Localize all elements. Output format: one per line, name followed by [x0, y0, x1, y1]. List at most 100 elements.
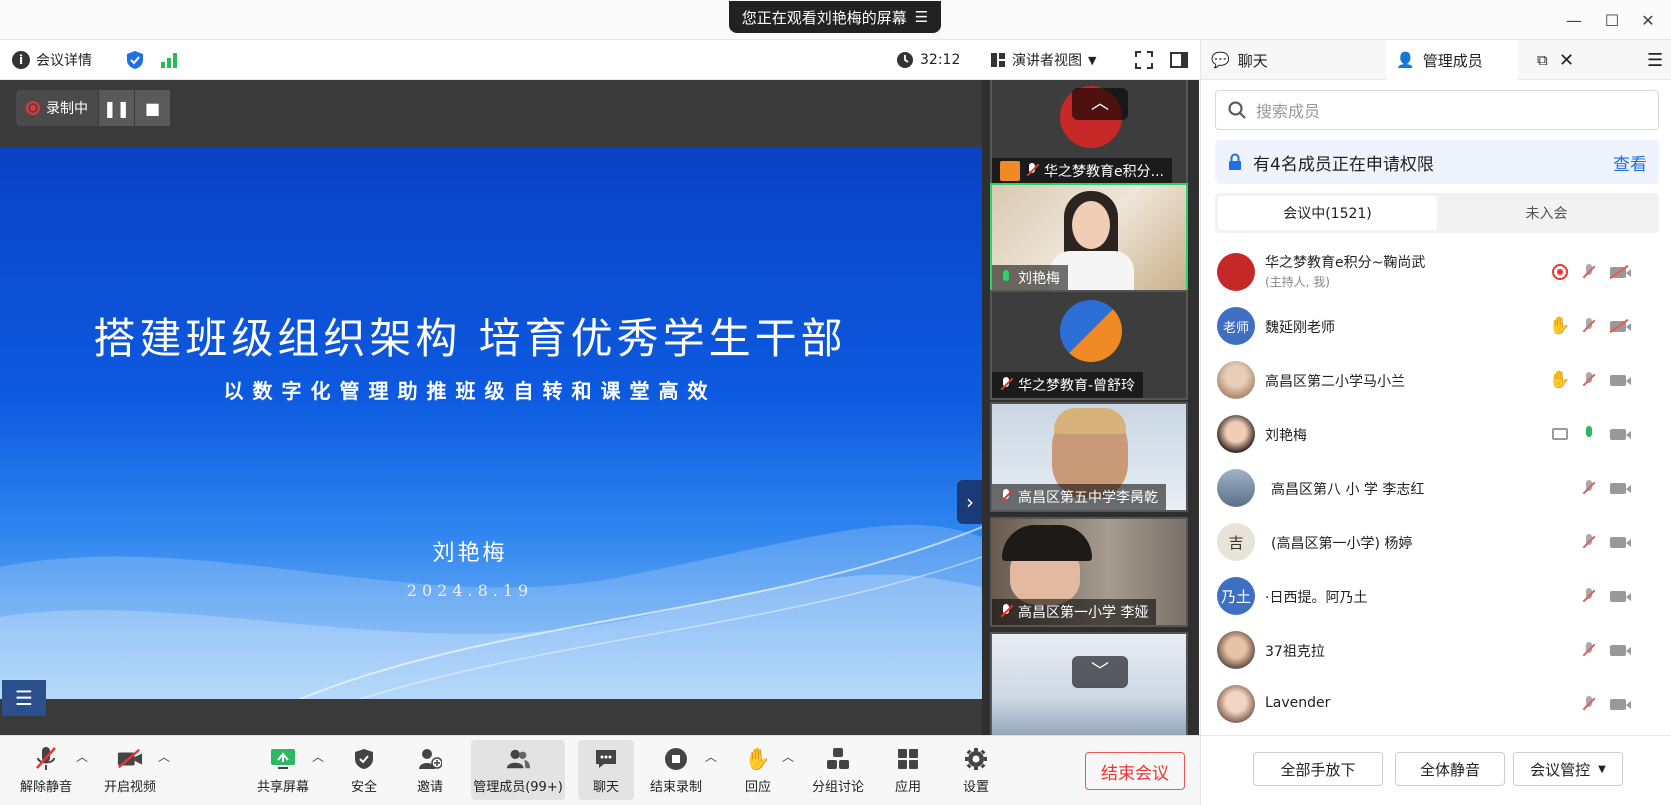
slide-wave-decoration — [0, 524, 982, 699]
list-item[interactable]: 老师 魏延刚老师 ✋ — [1201, 299, 1671, 353]
share-screen-icon — [270, 746, 296, 772]
maximize-icon[interactable]: ☐ — [1601, 10, 1623, 32]
list-item[interactable]: 高昌区第二小学马小兰 ✋ — [1201, 353, 1671, 407]
slide-subtitle: 以数字化管理助推班级自转和课堂高效 — [223, 379, 717, 403]
shield-icon[interactable] — [126, 49, 144, 71]
video-tile[interactable]: 华之梦教育-曾舒玲 — [990, 290, 1188, 400]
start-video-button[interactable]: 开启视频 — [98, 740, 162, 800]
view-requests-link[interactable]: 查看 — [1613, 150, 1647, 175]
mic-muted-icon[interactable] — [1579, 262, 1599, 282]
pause-recording-button[interactable]: ❚❚ — [98, 90, 134, 126]
meeting-details-button[interactable]: i 会议详情 — [12, 49, 92, 71]
lower-all-hands-button[interactable]: 全部手放下 — [1253, 752, 1383, 786]
security-label: 安全 — [350, 780, 377, 795]
camera-icon[interactable] — [1608, 424, 1631, 444]
member-name: 魏延刚老师 — [1265, 320, 1335, 336]
chevron-up-icon[interactable]: ︿ — [1072, 88, 1128, 120]
video-tile[interactable]: 高昌区第五中学李昺乾 — [990, 402, 1188, 512]
camera-icon[interactable] — [1608, 694, 1631, 714]
video-tile[interactable]: ﹀ — [990, 632, 1188, 735]
end-meeting-button[interactable]: 结束会议 — [1085, 752, 1185, 790]
camera-icon[interactable] — [1608, 370, 1631, 390]
camera-icon[interactable] — [1608, 640, 1631, 660]
avatar — [1217, 685, 1255, 723]
tab-not-joined[interactable]: 未入会 — [1437, 196, 1656, 230]
chevron-up-icon[interactable]: ︿ — [705, 748, 717, 765]
list-item[interactable]: 37祖克拉 — [1201, 623, 1671, 677]
slide-list-icon[interactable]: ☰ — [2, 680, 46, 716]
member-name: Lavender — [1265, 695, 1331, 711]
member-search-input[interactable]: 搜索成员 — [1215, 90, 1659, 130]
chevron-down-icon[interactable]: ﹀ — [1072, 656, 1128, 688]
lock-icon — [1229, 153, 1241, 170]
screen-share-banner[interactable]: 您正在观看刘艳梅的屏幕 ☰ — [729, 1, 941, 33]
list-item[interactable]: Lavender — [1201, 677, 1671, 731]
security-button[interactable]: 安全 — [344, 740, 384, 800]
list-item[interactable]: 吉 (高昌区第一小学) 杨婷 — [1201, 515, 1671, 569]
manage-members-button[interactable]: 管理成员(99+) — [471, 740, 565, 800]
side-panel-toggle-icon[interactable] — [1170, 49, 1188, 71]
list-item[interactable]: 高昌区第八 小 学 李志红 — [1201, 461, 1671, 515]
tab-in-meeting[interactable]: 会议中(1521) — [1218, 196, 1437, 230]
mic-active-icon[interactable] — [1579, 424, 1599, 444]
camera-icon[interactable] — [1608, 478, 1631, 498]
close-icon[interactable]: ✕ — [1637, 10, 1659, 32]
camera-icon[interactable] — [1608, 532, 1631, 552]
invite-button[interactable]: 邀请 — [410, 740, 450, 800]
mic-muted-icon[interactable] — [1579, 316, 1599, 336]
fullscreen-icon[interactable] — [1135, 49, 1153, 71]
meeting-control-dropdown[interactable]: 会议管控 ▼ — [1513, 752, 1623, 786]
mic-muted-icon[interactable] — [1579, 478, 1599, 498]
popout-icon[interactable]: ⧉ — [1537, 40, 1548, 80]
camera-off-icon[interactable] — [1608, 262, 1631, 282]
chevron-up-icon[interactable]: ︿ — [312, 748, 324, 765]
chevron-right-icon[interactable]: › — [957, 480, 983, 524]
chevron-up-icon[interactable]: ︿ — [782, 748, 794, 765]
camera-off-icon[interactable] — [1608, 316, 1631, 336]
share-screen-button[interactable]: 共享屏幕 — [250, 740, 316, 800]
signal-strength-icon[interactable] — [160, 49, 178, 71]
tab-members[interactable]: 👤 管理成员 — [1386, 40, 1518, 80]
permission-request-notice: 有4名成员正在申请权限 查看 — [1215, 140, 1659, 184]
mic-muted-icon[interactable] — [1579, 694, 1599, 714]
tile-name: 高昌区第一小学 李娅 — [1018, 605, 1149, 621]
slide-date: 2024.8.19 — [406, 581, 534, 600]
camera-icon[interactable] — [1608, 586, 1631, 606]
stop-recording-button[interactable]: ■ — [134, 90, 170, 126]
mic-muted-icon[interactable] — [1579, 532, 1599, 552]
video-strip: ︿ 华之梦教育e积分... 刘艳梅 华之梦教育-曾舒玲 高昌区第五中学李昺乾 高… — [982, 80, 1199, 735]
end-recording-button[interactable]: 结束录制 — [644, 740, 708, 800]
reactions-button[interactable]: ✋ 回应 — [738, 740, 778, 800]
mic-muted-icon[interactable] — [1579, 370, 1599, 390]
mute-all-button[interactable]: 全体静音 — [1395, 752, 1505, 786]
chevron-up-icon[interactable]: ︿ — [158, 748, 170, 765]
list-item[interactable]: 华之梦教育e积分~鞠尚武 (主持人, 我) — [1201, 245, 1671, 299]
mic-muted-icon[interactable] — [1579, 586, 1599, 606]
chat-button[interactable]: 聊天 — [578, 740, 634, 800]
unmute-button[interactable]: 解除静音 — [16, 740, 76, 800]
view-mode-dropdown[interactable]: 演讲者视图 ▼ — [990, 49, 1096, 71]
gear-icon — [963, 746, 989, 772]
unmute-label: 解除静音 — [19, 780, 72, 795]
breakout-rooms-button[interactable]: 分组讨论 — [808, 740, 868, 800]
tile-name-bar: 高昌区第五中学李昺乾 — [992, 484, 1166, 510]
video-tile[interactable]: ︿ 华之梦教育e积分... — [990, 80, 1188, 186]
avatar — [1217, 631, 1255, 669]
member-status-segment: 会议中(1521) 未入会 — [1215, 193, 1659, 233]
settings-button[interactable]: 设置 — [956, 740, 996, 800]
more-menu-icon[interactable]: ☰ — [1647, 40, 1663, 80]
close-panel-icon[interactable]: ✕ — [1559, 40, 1574, 80]
mic-muted-icon[interactable] — [1579, 640, 1599, 660]
title-bar: 您正在观看刘艳梅的屏幕 ☰ — ☐ ✕ — [0, 0, 1671, 40]
video-tile[interactable]: 高昌区第一小学 李娅 — [990, 517, 1188, 627]
meeting-timer: 32:12 — [896, 49, 960, 71]
member-name: 高昌区第八 小 学 李志红 — [1271, 482, 1425, 498]
apps-button[interactable]: 应用 — [888, 740, 928, 800]
tab-chat[interactable]: 💬 聊天 — [1211, 40, 1268, 80]
banner-menu-icon[interactable]: ☰ — [915, 8, 928, 26]
video-tile[interactable]: 刘艳梅 — [990, 183, 1188, 293]
chevron-up-icon[interactable]: ︿ — [76, 748, 88, 765]
list-item[interactable]: 乃土 ·日西提。阿乃土 — [1201, 569, 1671, 623]
minimize-icon[interactable]: — — [1563, 10, 1585, 32]
list-item[interactable]: 刘艳梅 — [1201, 407, 1671, 461]
